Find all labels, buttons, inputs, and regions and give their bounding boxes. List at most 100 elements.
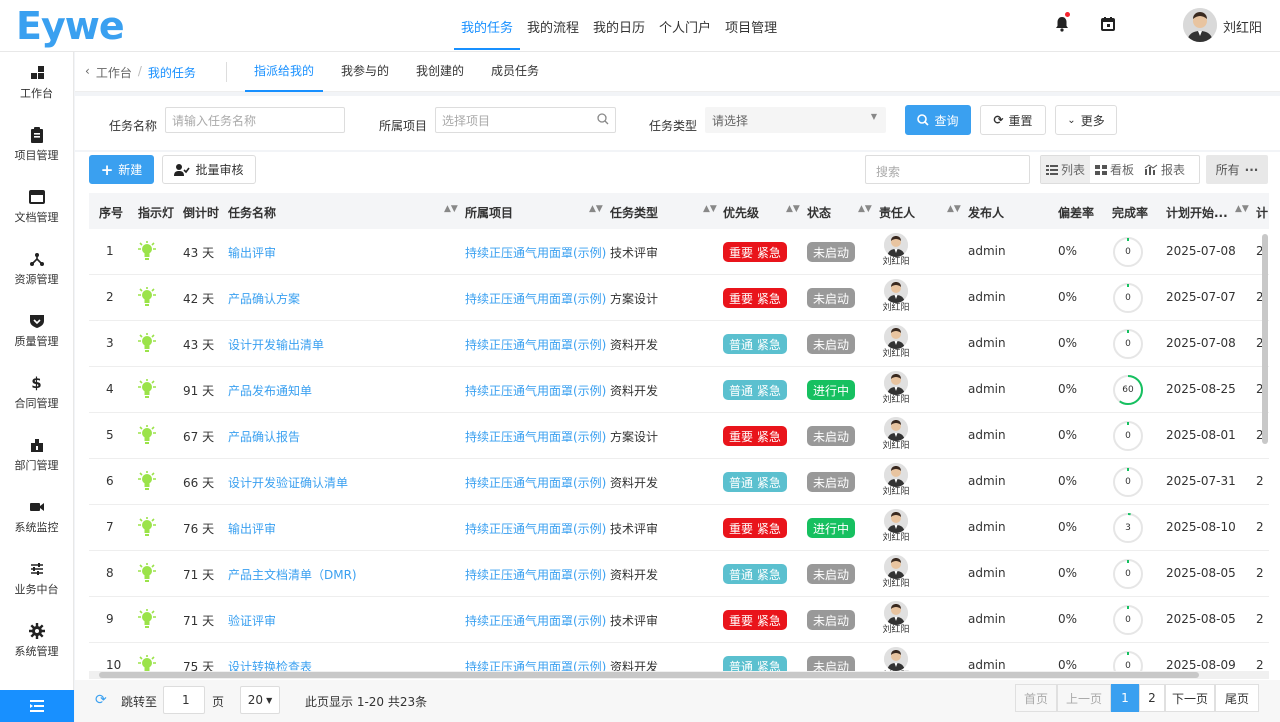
more-button[interactable]: ⌄ 更多 [1055,105,1117,135]
table-row[interactable]: 9 71 天验证评审 持续正压通气用面罩(示例) 技术评审 重要 紧急 未启动 刘红阳 adm… [89,597,1269,643]
header-name[interactable]: 任务名称 [228,204,276,221]
owner-avatar[interactable]: 刘红阳 [879,601,913,639]
topnav-my-tasks[interactable]: 我的任务 [454,0,521,52]
sort-icon[interactable]: ▲▼ [589,204,603,214]
all-filter-button[interactable]: 所有 ··· [1206,155,1268,184]
project-link[interactable]: 持续正压通气用面罩(示例) [465,428,606,445]
sort-icon[interactable]: ▲▼ [947,204,961,214]
task-name-link[interactable]: 验证评审 [228,612,276,629]
owner-avatar[interactable]: 刘红阳 [879,371,913,409]
task-name-link[interactable]: 输出评审 [228,520,276,537]
search-input[interactable]: 搜索 [865,155,1030,184]
topnav-portal[interactable]: 个人门户 [652,0,718,52]
header-start[interactable]: 计划开始... [1166,204,1228,221]
user-avatar[interactable] [1183,8,1217,42]
table-row[interactable]: 5 67 天产品确认报告 持续正压通气用面罩(示例) 方案设计 重要 紧急 未启动 刘红阳 a… [89,413,1269,459]
view-list-button[interactable]: 列表 [1041,156,1091,183]
sidebar-item-department[interactable]: 部门管理 [0,424,73,486]
page-1-button[interactable]: 1 [1111,684,1139,712]
project-link[interactable]: 持续正压通气用面罩(示例) [465,474,606,491]
header-priority[interactable]: 优先级 [723,204,759,221]
project-link[interactable]: 持续正压通气用面罩(示例) [465,520,606,537]
owner-avatar[interactable]: 刘红阳 [879,417,913,455]
owner-avatar[interactable]: 刘红阳 [879,647,913,671]
header-project[interactable]: 所属项目 [465,204,513,221]
sort-icon[interactable]: ▲▼ [1235,204,1249,214]
tab-member[interactable]: 成员任务 [482,52,548,92]
view-report-button[interactable]: 报表 [1139,156,1190,183]
sidebar-item-resource[interactable]: 资源管理 [0,238,73,300]
topnav-my-process[interactable]: 我的流程 [520,0,586,52]
sidebar-item-business[interactable]: 业务中台 [0,548,73,610]
owner-avatar[interactable]: 刘红阳 [879,325,913,363]
table-row[interactable]: 2 42 天产品确认方案 持续正压通气用面罩(示例) 方案设计 重要 紧急 未启动 刘红阳 a… [89,275,1269,321]
sidebar-item-monitor[interactable]: 系统监控 [0,486,73,548]
header-owner[interactable]: 责任人 [879,204,915,221]
first-page-button[interactable]: 首页 [1015,684,1057,712]
calendar-icon[interactable] [1098,14,1118,34]
tab-assigned[interactable]: 指派给我的 [245,52,324,92]
prev-page-button[interactable]: 上一页 [1057,684,1111,712]
task-name-link[interactable]: 产品发布通知单 [228,382,312,399]
sort-icon[interactable]: ▲▼ [858,204,872,214]
back-chevron-icon[interactable]: ‹ [85,64,90,81]
sidebar-item-contract[interactable]: $ 合同管理 [0,362,73,424]
next-page-button[interactable]: 下一页 [1165,684,1215,712]
project-link[interactable]: 持续正压通气用面罩(示例) [465,290,606,307]
sidebar-item-project[interactable]: 项目管理 [0,114,73,176]
refresh-icon[interactable]: ⟳ [95,692,107,708]
bell-icon[interactable] [1052,12,1072,34]
page-jump-input[interactable]: 1 [163,686,205,714]
owner-avatar[interactable]: 刘红阳 [879,279,913,317]
tab-created[interactable]: 我创建的 [407,52,473,92]
sidebar-item-system[interactable]: 系统管理 [0,610,73,672]
table-row[interactable]: 4 91 天产品发布通知单 持续正压通气用面罩(示例) 资料开发 普通 紧急 进行中 刘红阳… [89,367,1269,413]
table-row[interactable]: 6 66 天设计开发验证确认清单 持续正压通气用面罩(示例) 资料开发 普通 紧急 未启动… [89,459,1269,505]
sidebar-item-quality[interactable]: 质量管理 [0,300,73,362]
task-name-link[interactable]: 产品确认报告 [228,428,300,445]
horizontal-scrollbar[interactable] [89,671,1269,679]
owner-avatar[interactable]: 刘红阳 [879,463,913,501]
project-link[interactable]: 持续正压通气用面罩(示例) [465,382,606,399]
last-page-button[interactable]: 尾页 [1215,684,1259,712]
header-end[interactable]: 计 [1256,204,1268,221]
topnav-my-calendar[interactable]: 我的日历 [586,0,652,52]
owner-avatar[interactable]: 刘红阳 [879,555,913,593]
project-select[interactable]: 选择项目 [435,107,616,133]
query-button[interactable]: 查询 [905,105,971,135]
sidebar-item-workbench[interactable]: 工作台 [0,52,73,114]
type-select[interactable]: 请选择 ▼ [705,107,886,133]
table-row[interactable]: 8 71 天产品主文档清单（DMR) 持续正压通气用面罩(示例) 资料开发 普通 紧急未… [89,551,1269,597]
sort-icon[interactable]: ▲▼ [786,204,800,214]
breadcrumb-root[interactable]: 工作台 [96,64,132,81]
table-row[interactable]: 7 76 天输出评审 持续正压通气用面罩(示例) 技术评审 重要 紧急 进行中 刘红阳 adm… [89,505,1269,551]
new-button[interactable]: + 新建 [89,155,154,184]
project-link[interactable]: 持续正压通气用面罩(示例) [465,612,606,629]
sidebar-collapse-button[interactable] [0,690,74,722]
task-name-link[interactable]: 产品确认方案 [228,290,300,307]
owner-avatar[interactable]: 刘红阳 [879,233,913,271]
user-name[interactable]: 刘红阳 [1223,17,1262,36]
project-link[interactable]: 持续正压通气用面罩(示例) [465,336,606,353]
project-link[interactable]: 持续正压通气用面罩(示例) [465,566,606,583]
app-logo[interactable]: Eywe [16,4,125,48]
task-name-link[interactable]: 设计开发验证确认清单 [228,474,348,491]
task-name-link[interactable]: 产品主文档清单（DMR) [228,566,357,583]
sort-icon[interactable]: ▲▼ [444,204,458,214]
view-board-button[interactable]: 看板 [1090,156,1139,183]
table-row[interactable]: 1 43 天输出评审 持续正压通气用面罩(示例) 技术评审 重要 紧急 未启动 刘红阳 adm… [89,229,1269,275]
page-size-select[interactable]: 20 ▼ [240,686,280,714]
project-link[interactable]: 持续正压通气用面罩(示例) [465,244,606,261]
table-row[interactable]: 3 43 天设计开发输出清单 持续正压通气用面罩(示例) 资料开发 普通 紧急 未启动 刘红… [89,321,1269,367]
project-link[interactable]: 持续正压通气用面罩(示例) [465,658,606,671]
sort-icon[interactable]: ▲▼ [703,204,717,214]
header-type[interactable]: 任务类型 [610,204,658,221]
topnav-project-mgmt[interactable]: 项目管理 [718,0,784,52]
task-name-link[interactable]: 输出评审 [228,244,276,261]
sidebar-item-docs[interactable]: 文档管理 [0,176,73,238]
task-name-input[interactable]: 请输入任务名称 [165,107,345,133]
reset-button[interactable]: ⟳ 重置 [980,105,1046,135]
vertical-scrollbar[interactable] [1262,234,1268,444]
tab-participated[interactable]: 我参与的 [332,52,398,92]
batch-review-button[interactable]: 批量审核 [162,155,256,184]
